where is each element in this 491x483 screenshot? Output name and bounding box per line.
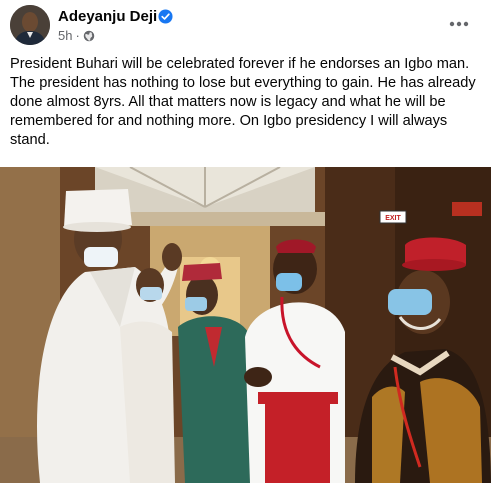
post-time[interactable]: 5h: [58, 28, 72, 43]
globe-icon[interactable]: [83, 30, 95, 42]
exit-sign-text: EXIT: [385, 215, 401, 222]
post-text: President Buhari will be celebrated fore…: [10, 56, 476, 148]
facebook-post: Adeyanju Deji 5h · President Buhari will…: [0, 0, 491, 483]
more-options-button[interactable]: [445, 10, 473, 38]
post-meta: 5h ·: [58, 28, 95, 43]
author-name[interactable]: Adeyanju Deji: [58, 8, 157, 25]
post-photo[interactable]: EXIT: [0, 167, 491, 483]
author-avatar[interactable]: [10, 5, 50, 45]
more-options-icon: [449, 21, 469, 27]
post-header: Adeyanju Deji 5h ·: [0, 0, 491, 52]
meta-separator: ·: [75, 28, 80, 43]
verified-badge-icon: [158, 9, 173, 24]
photo-scene: EXIT: [0, 167, 491, 483]
